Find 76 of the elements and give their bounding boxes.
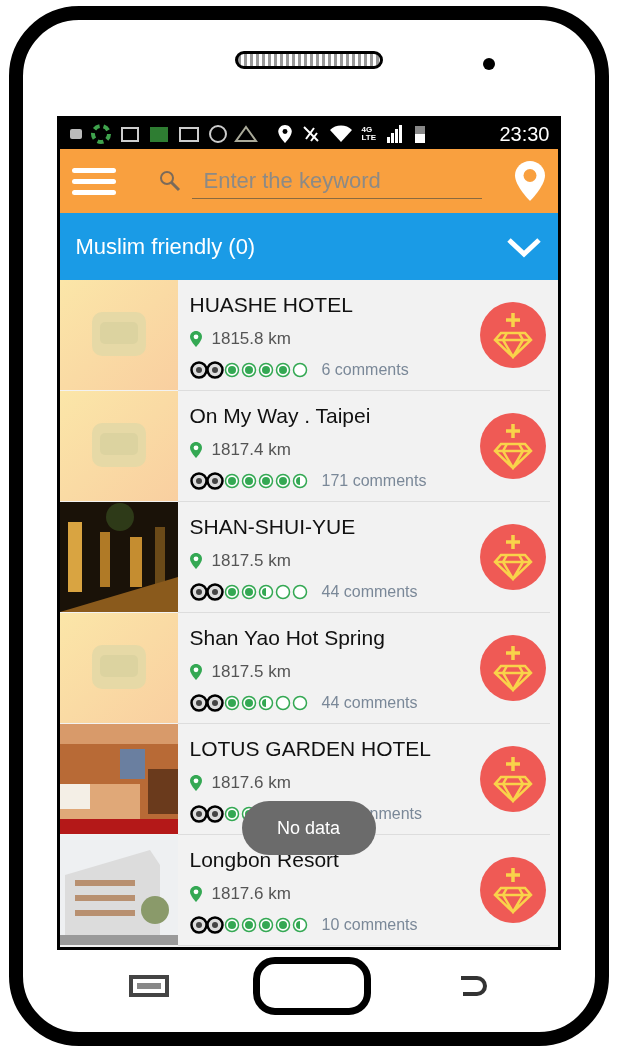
hotel-name: HUASHE HOTEL bbox=[189, 291, 354, 318]
rating-circle-icon bbox=[257, 472, 274, 489]
diamond-plus-icon bbox=[492, 755, 533, 803]
location-pin-icon bbox=[189, 774, 202, 791]
battery-icon bbox=[414, 124, 426, 144]
owl-eyes-icon bbox=[189, 582, 224, 601]
location-pin-icon bbox=[189, 330, 202, 347]
rating-circle-icon bbox=[274, 694, 291, 711]
hotel-name: On My Way . Taipei bbox=[189, 402, 372, 429]
filter-dropdown[interactable]: Muslim friendly (0) bbox=[59, 213, 558, 280]
rating-circle-icon bbox=[223, 694, 240, 711]
distance: 1817.6 km bbox=[211, 883, 291, 905]
comment-count: nments bbox=[369, 803, 422, 824]
location-pin-icon bbox=[189, 663, 202, 680]
owl-eyes-icon bbox=[189, 471, 224, 490]
home-button[interactable] bbox=[252, 957, 371, 1015]
distance: 1815.8 km bbox=[211, 328, 291, 350]
diamond-plus-icon bbox=[492, 311, 533, 359]
location-pin-icon[interactable] bbox=[513, 161, 546, 201]
location-pin-icon bbox=[189, 885, 202, 902]
rating-circle-icon bbox=[274, 361, 291, 378]
hotel-name: Shan Yao Hot Spring bbox=[189, 624, 386, 651]
rating-circle-icon bbox=[240, 361, 257, 378]
rating-circle-icon bbox=[223, 361, 240, 378]
location-icon bbox=[277, 125, 292, 143]
wifi-icon bbox=[329, 125, 352, 143]
rating-circle-icon bbox=[240, 472, 257, 489]
diamond-plus-icon bbox=[492, 644, 533, 692]
rating-circle-icon bbox=[257, 694, 274, 711]
network-type: LTE bbox=[361, 134, 376, 142]
hotel-name: LOTUS GARDEN HOTEL bbox=[189, 735, 433, 762]
rating-circle-icon bbox=[274, 472, 291, 489]
rating-circle-icon bbox=[257, 361, 274, 378]
network-type: 4G bbox=[361, 126, 374, 134]
distance: 1817.6 km bbox=[211, 772, 291, 794]
search-icon bbox=[157, 169, 182, 193]
owl-eyes-icon bbox=[189, 804, 224, 823]
rating-circle-icon bbox=[274, 583, 291, 600]
rating-circle-icon bbox=[257, 583, 274, 600]
rating-circle-icon bbox=[240, 694, 257, 711]
comment-count: 6 comments bbox=[321, 359, 409, 380]
rating-circle-icon bbox=[291, 583, 308, 600]
signal-icon bbox=[386, 125, 404, 143]
distance: 1817.4 km bbox=[211, 439, 291, 461]
rating-circle-icon bbox=[291, 361, 308, 378]
status-time: 23:30 bbox=[499, 122, 550, 147]
mute-icon bbox=[301, 125, 320, 143]
owl-eyes-icon bbox=[189, 360, 224, 379]
diamond-plus-icon bbox=[492, 422, 533, 470]
rating-circle-icon bbox=[291, 472, 308, 489]
location-pin-icon bbox=[189, 552, 202, 569]
rating-circle-icon bbox=[223, 583, 240, 600]
rating-circle-icon bbox=[274, 916, 291, 933]
diamond-plus-icon bbox=[492, 866, 533, 914]
rating-circle-icon bbox=[240, 916, 257, 933]
comment-count: 171 comments bbox=[321, 470, 427, 491]
chevron-icon bbox=[505, 235, 542, 258]
hotel-name: SHAN-SHUI-YUE bbox=[189, 513, 357, 540]
comment-count: 10 comments bbox=[321, 914, 418, 935]
distance: 1817.5 km bbox=[211, 661, 291, 683]
rating-circle-icon bbox=[223, 472, 240, 489]
search-field[interactable]: Enter the keyword bbox=[191, 163, 482, 199]
menu-icon[interactable] bbox=[71, 167, 116, 195]
comment-count: 44 comments bbox=[321, 692, 418, 713]
location-pin-icon bbox=[189, 441, 202, 458]
recent-apps-icon[interactable] bbox=[128, 975, 169, 997]
comment-count: 44 comments bbox=[321, 581, 418, 602]
rating-circle-icon bbox=[223, 916, 240, 933]
rating-circle-icon bbox=[257, 916, 274, 933]
rating-circle-icon bbox=[291, 694, 308, 711]
owl-eyes-icon bbox=[189, 915, 224, 934]
diamond-plus-icon bbox=[492, 533, 533, 581]
distance: 1817.5 km bbox=[211, 550, 291, 572]
owl-eyes-icon bbox=[189, 693, 224, 712]
rating-circle-icon bbox=[291, 916, 308, 933]
rating-circle-icon bbox=[240, 583, 257, 600]
